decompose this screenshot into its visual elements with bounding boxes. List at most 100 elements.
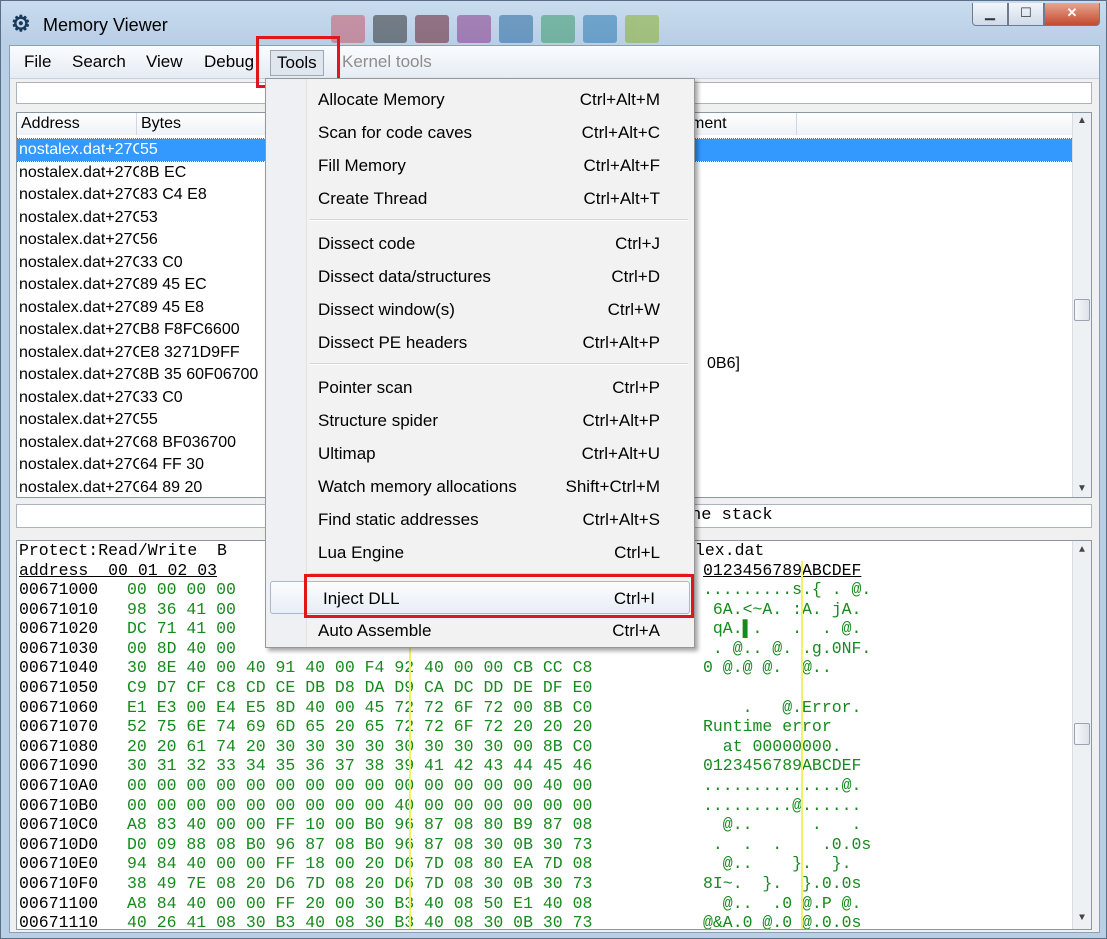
hex-bytes[interactable]: 98 36 41 00 [127, 600, 236, 620]
tools-dropdown-menu: Allocate Memory Ctrl+Alt+M Scan for code c… [265, 78, 695, 648]
hex-address: 00671000 [19, 580, 99, 599]
hex-ascii[interactable]: . @.. @. .g.0NF. [703, 639, 871, 659]
menu-view[interactable]: View [146, 52, 183, 72]
hex-address: 00671010 [19, 599, 99, 619]
title-bar[interactable]: ⚙ Memory Viewer ▁ ☐ ✕ [1, 1, 1106, 45]
row-bytes: 53 [140, 208, 158, 226]
hex-address: 00671060 [19, 697, 99, 717]
hex-bytes[interactable]: D0 09 88 08 B0 96 87 08 B0 96 87 08 30 0… [127, 835, 592, 855]
hex-ascii[interactable]: 8I~. }. }.0.0s [703, 874, 861, 894]
menu-debug[interactable]: Debug [204, 52, 254, 72]
menu-file[interactable]: File [24, 52, 51, 72]
tools-menu-item-fill-memory[interactable]: Fill Memory Ctrl+Alt+F [266, 149, 694, 182]
hex-address: 006710E0 [19, 854, 99, 874]
menu-item-shortcut: Ctrl+W [607, 300, 660, 319]
hex-ascii[interactable]: . @.Error. [703, 698, 862, 718]
hex-ascii[interactable]: @.. }. }. [703, 854, 852, 874]
hex-bytes[interactable]: 00 00 00 00 00 00 00 00 00 00 00 00 00 0… [127, 776, 592, 796]
row-bytes: 55 [140, 141, 158, 158]
menu-item-label: Lua Engine [318, 543, 405, 562]
hex-address: 00671040 [19, 658, 99, 678]
menu-item-shortcut: Ctrl+Alt+S [582, 510, 660, 529]
hex-scroll-thumb[interactable] [1074, 723, 1090, 745]
hex-ascii[interactable]: @.. . . [703, 815, 862, 835]
hex-bytes[interactable]: A8 83 40 00 00 FF 10 00 B0 96 87 08 80 B… [127, 815, 592, 835]
hex-address: 006710B0 [19, 795, 99, 815]
menu-search[interactable]: Search [72, 52, 126, 72]
row-address: nostalex.dat+27C [19, 231, 139, 248]
hex-bytes[interactable]: 38 49 7E 08 20 D6 7D 08 20 D6 7D 08 30 0… [127, 874, 592, 894]
menu-item-label: Structure spider [318, 411, 438, 430]
disasm-scroll-thumb[interactable] [1074, 299, 1090, 321]
hex-bytes[interactable]: 30 8E 40 00 40 91 40 00 F4 92 40 00 00 C… [127, 658, 592, 678]
hex-bytes[interactable]: 94 84 40 00 00 FF 18 00 20 D6 7D 08 80 E… [127, 854, 592, 874]
hex-ascii[interactable]: 6A.<~A. :A. jA. [703, 600, 862, 620]
menu-item-shortcut: Ctrl+Alt+M [579, 90, 660, 109]
tools-menu-item-ultimap[interactable]: Ultimap Ctrl+Alt+U [266, 437, 694, 470]
hex-bytes[interactable]: 00 8D 40 00 [127, 639, 236, 659]
hex-bytes[interactable]: 52 75 6E 74 69 6D 65 20 65 72 72 6F 72 2… [127, 717, 592, 737]
maximize-button[interactable]: ☐ [1008, 3, 1044, 26]
hex-bytes[interactable]: 00 00 00 00 00 00 00 00 00 40 00 00 00 0… [127, 796, 592, 816]
tools-menu-item-auto-assemble[interactable]: Auto Assemble Ctrl+A [266, 614, 694, 647]
tools-menu-item-create-thread[interactable]: Create Thread Ctrl+Alt+T [266, 182, 694, 215]
window-title: Memory Viewer [43, 15, 168, 35]
hex-ascii[interactable]: @&A.0 @.0 @.0.0s [703, 913, 861, 929]
hex-header: address 00 01 02 03 [19, 560, 218, 580]
row-bytes: 55 [140, 411, 158, 428]
hex-ascii[interactable]: Runtime error [703, 717, 832, 737]
row-bytes: E8 3271D9FF [140, 343, 240, 361]
tools-menu-item-dissect-window-s[interactable]: Dissect window(s) Ctrl+W [266, 293, 694, 326]
menu-item-shortcut: Ctrl+A [612, 621, 660, 640]
hex-ascii[interactable]: 0123456789ABCDEF [703, 756, 861, 776]
hex-address: 006710A0 [19, 776, 99, 795]
menu-item-label: Find static addresses [318, 510, 479, 529]
tools-menu-item-dissect-data-structures[interactable]: Dissect data/structures Ctrl+D [266, 260, 694, 293]
row-address: nostalex.dat+27C [19, 456, 139, 473]
close-button[interactable]: ✕ [1044, 3, 1100, 26]
hex-ascii[interactable]: @.. .0 @.P @. [703, 894, 862, 914]
tools-menu-item-dissect-pe-headers[interactable]: Dissect PE headers Ctrl+Alt+P [266, 326, 694, 359]
disasm-scrollbar[interactable]: ▲ ▼ [1072, 113, 1091, 497]
hex-ascii[interactable]: 0 @.@ @. @.. [703, 658, 832, 678]
row-bytes: 83 C4 E8 [140, 186, 207, 203]
column-header-address[interactable]: Address [17, 113, 137, 135]
tools-menu-item-pointer-scan[interactable]: Pointer scan Ctrl+P [266, 371, 694, 404]
hex-scrollbar[interactable]: ▲ ▼ [1072, 541, 1091, 929]
hex-address: 00671070 [19, 717, 99, 737]
tools-menu-item-allocate-memory[interactable]: Allocate Memory Ctrl+Alt+M [266, 83, 694, 116]
hex-ascii[interactable]: qA.▌. . . @. [703, 619, 862, 639]
hex-bytes[interactable]: A8 84 40 00 00 FF 20 00 30 B3 40 08 50 E… [127, 894, 592, 914]
minimize-button[interactable]: ▁ [972, 3, 1008, 26]
tools-menu-item-find-static-addresses[interactable]: Find static addresses Ctrl+Alt+S [266, 503, 694, 536]
hex-ascii[interactable]: at 00000000. [703, 737, 842, 757]
hex-bytes[interactable]: 00 00 00 00 [127, 580, 236, 600]
scroll-down-arrow-icon[interactable]: ▼ [1073, 483, 1091, 494]
scroll-up-arrow-icon[interactable]: ▲ [1073, 545, 1091, 556]
hex-bytes[interactable]: 40 26 41 08 30 B3 40 08 30 B3 40 08 30 0… [127, 913, 592, 929]
column-header-comment[interactable]: ment [687, 113, 797, 135]
row-address: nostalex.dat+27C [19, 253, 139, 271]
tools-menu-item-structure-spider[interactable]: Structure spider Ctrl+Alt+P [266, 404, 694, 437]
menu-item-shortcut: Ctrl+Alt+U [581, 444, 660, 463]
hex-ascii[interactable]: ..............@. [703, 776, 861, 796]
hex-ascii[interactable]: .........s.{ . @. [703, 580, 871, 600]
hex-bytes[interactable]: C9 D7 CF C8 CD CE DB D8 DA D9 CA DC DD D… [127, 678, 592, 698]
hex-bytes[interactable]: 30 31 32 33 34 35 36 37 38 39 41 42 43 4… [127, 756, 592, 776]
hex-ascii[interactable]: . . . .0.0s [703, 835, 871, 855]
hex-bytes[interactable]: DC 71 41 00 [127, 619, 236, 639]
tools-menu-item-watch-memory-allocations[interactable]: Watch memory allocations Shift+Ctrl+M [266, 470, 694, 503]
hex-address: 006710F0 [19, 874, 99, 893]
scroll-up-arrow-icon[interactable]: ▲ [1073, 115, 1091, 126]
row-bytes: 89 45 E8 [140, 298, 205, 316]
tools-menu-item-scan-for-code-caves[interactable]: Scan for code caves Ctrl+Alt+C [266, 116, 694, 149]
scroll-down-arrow-icon[interactable]: ▼ [1073, 913, 1091, 924]
tools-menu-item-lua-engine[interactable]: Lua Engine Ctrl+L [266, 536, 694, 569]
hex-bytes[interactable]: E1 E3 00 E4 E5 8D 40 00 45 72 72 6F 72 0… [127, 698, 592, 718]
column-marker [801, 561, 803, 929]
hex-bytes[interactable]: 20 20 61 74 20 30 30 30 30 30 30 30 30 0… [127, 737, 592, 757]
row-address: nostalex.dat+27C [19, 366, 139, 383]
hex-ascii[interactable]: .........@...... [703, 796, 861, 816]
tools-menu-item-dissect-code[interactable]: Dissect code Ctrl+J [266, 227, 694, 260]
menu-kernel-tools[interactable]: Kernel tools [342, 52, 432, 72]
